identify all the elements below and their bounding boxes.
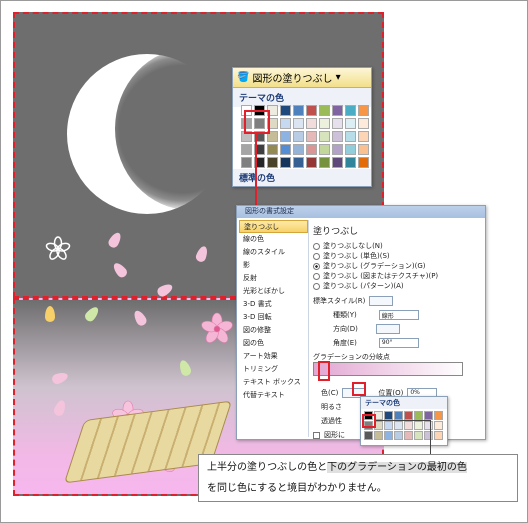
sidebar-item-shadow[interactable]: 影 [239,259,308,272]
direction-dropdown[interactable] [375,324,400,334]
popup-swatch-highlight [362,414,376,428]
preset-dropdown[interactable] [369,296,394,306]
rotate-checkbox[interactable] [313,431,320,439]
angle-input[interactable]: 90° [378,338,419,348]
connector-line [376,420,430,421]
color-button-highlight [352,382,366,396]
brightness-label: 明るさ [321,403,342,411]
gradient-stop-highlight [318,361,330,381]
radio-picture-fill[interactable]: 塗りつぶし (図またはテクスチャ)(P) [313,271,481,281]
shape-fill-label: 図形の塗りつぶし [252,74,333,85]
angle-label: 角度(E) [333,339,357,347]
petal [155,281,175,299]
explanation-note: 上半分の塗りつぶしの色と下のグラデーションの最初の色 を同じ色にすると境目がわか… [198,454,518,502]
petal [45,306,55,322]
standard-colors-heading: 標準の色 [233,169,371,186]
paint-bucket-icon: 🪣 [237,72,250,83]
sidebar-item-fill[interactable]: 塗りつぶし [239,220,308,233]
petal [194,244,210,264]
petal [106,230,124,250]
note-highlight: 下のグラデーションの最初の色 [327,462,467,473]
preset-label: 標準スタイル(R) [313,297,366,305]
sidebar-item-alt-text[interactable]: 代替テキスト [239,389,308,402]
sidebar-item-3d-rotation[interactable]: 3-D 回転 [239,311,308,324]
sidebar-item-3d-format[interactable]: 3-D 書式 [239,298,308,311]
sidebar-item-glow[interactable]: 光彩とぼかし [239,285,308,298]
type-select[interactable]: 線形 [378,310,419,320]
chevron-down-icon: ▾ [335,72,341,83]
sidebar-item-line-color[interactable]: 線の色 [239,233,308,246]
note-text: 上半分の塗りつぶしの色と [207,462,328,473]
shape-fill-button[interactable]: 🪣 図形の塗りつぶし ▾ [233,68,371,88]
popup-theme-colors-heading: テーマの色 [361,397,447,409]
outline-flower-icon [45,236,71,260]
petal [83,304,101,324]
connector-line [430,420,431,454]
selected-swatch-highlight [244,110,270,134]
sidebar-item-picture-color[interactable]: 図の色 [239,337,308,350]
sidebar-item-crop[interactable]: トリミング [239,363,308,376]
note-text: を同じ色にすると境目がわかりません。 [207,483,387,494]
sidebar-item-picture-corrections[interactable]: 図の修整 [239,324,308,337]
dialog-title: 図形の書式設定 [237,206,485,218]
petal [52,398,68,418]
radio-gradient-fill[interactable]: 塗りつぶし (グラデーション)(G) [313,261,481,271]
petal [50,370,70,386]
sidebar-item-reflection[interactable]: 反射 [239,272,308,285]
sidebar-item-line-style[interactable]: 線のスタイル [239,246,308,259]
fill-heading: 塗りつぶし [313,227,359,237]
color-label: 色(C) [321,389,339,397]
radio-no-fill[interactable]: 塗りつぶしなし(N) [313,241,481,251]
direction-label: 方向(D) [333,325,358,333]
rotate-label: 図形に [324,431,345,439]
petal [177,358,193,378]
petal [111,260,129,280]
gradient-stops-bar[interactable] [313,362,463,376]
radio-pattern-fill[interactable]: 塗りつぶし (パターン)(A) [313,281,481,291]
radio-solid-fill[interactable]: 塗りつぶし (単色)(S) [313,251,481,261]
petal [131,308,149,328]
transparency-label: 透過性 [321,417,342,425]
dialog-sidebar: 塗りつぶし 線の色 線のスタイル 影 反射 光彩とぼかし 3-D 書式 3-D … [239,220,309,437]
sakura-flower-icon [201,312,233,343]
type-label: 種類(Y) [333,311,357,319]
sidebar-item-artistic-effects[interactable]: アート効果 [239,350,308,363]
sidebar-item-text-box[interactable]: テキスト ボックス [239,376,308,389]
